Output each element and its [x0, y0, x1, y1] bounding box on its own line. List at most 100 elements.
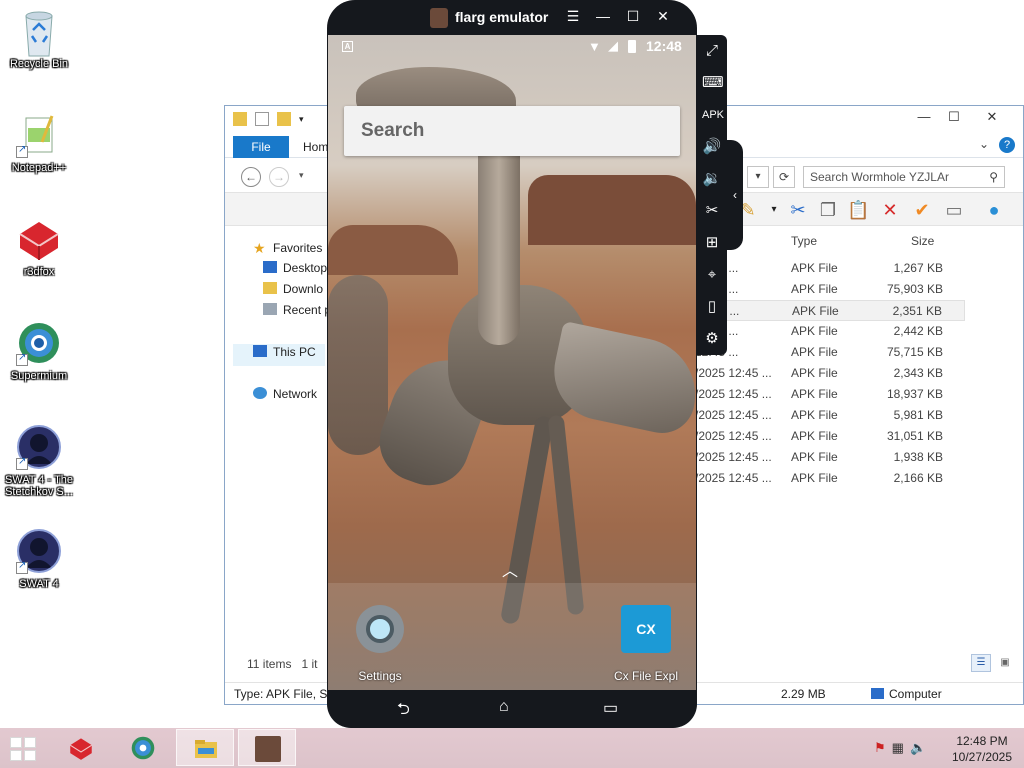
back-button[interactable]: ← — [241, 167, 261, 187]
taskbar-app-r3dfox[interactable] — [52, 729, 110, 766]
folder-icon[interactable] — [233, 112, 247, 126]
wallpaper-rock — [528, 175, 696, 245]
side-toolbar-collapse-tab[interactable]: ‹ — [727, 140, 743, 250]
taskbar-clock[interactable]: 12:48 PM 10/27/2025 — [944, 733, 1020, 765]
app-settings[interactable]: Settings — [352, 605, 408, 683]
paste-icon[interactable]: 📋 — [847, 199, 869, 221]
gear-icon[interactable]: ⚙ — [702, 329, 722, 349]
maximize-button[interactable]: ☐ — [939, 106, 969, 128]
refresh-button[interactable]: ⟳ — [773, 166, 795, 188]
computer-icon — [253, 345, 267, 357]
quick-access-toolbar: ▾ — [233, 112, 307, 126]
taskbar-app-emulator[interactable] — [238, 729, 296, 766]
add-icon[interactable]: ⊞ — [702, 233, 722, 253]
cut-icon[interactable]: ✂ — [787, 199, 809, 221]
table-row[interactable]: 12:45 ...APK File2,442 KB — [695, 321, 965, 342]
taskbar-app-supermium[interactable] — [114, 729, 172, 766]
tab-file[interactable]: File — [233, 136, 289, 158]
search-input[interactable]: Search Wormhole YZJLAr ⚲ — [803, 166, 1005, 188]
swat4-icon — [16, 528, 62, 574]
shortcut-arrow-icon — [16, 144, 28, 158]
install-apk-icon[interactable]: APK — [702, 105, 724, 125]
row-size: 5,981 KB — [893, 408, 943, 422]
recent-locations-icon[interactable]: ▾ — [299, 170, 304, 181]
shortcut-arrow-icon — [16, 352, 28, 366]
back-icon[interactable]: ⮌ — [397, 698, 410, 725]
minimize-button[interactable]: — — [593, 8, 613, 24]
details-view-icon[interactable]: ☰ — [971, 654, 991, 672]
properties-icon[interactable] — [255, 112, 269, 126]
table-row[interactable]: /2025 12:45 ... APK File 18,937 KB — [695, 384, 965, 405]
help-button[interactable]: ? — [999, 137, 1015, 153]
close-button[interactable]: ✕ — [969, 106, 1015, 128]
minimize-button[interactable]: — — [909, 106, 939, 128]
desktop-icon-notepad-plus[interactable]: Notepad++ — [4, 112, 74, 174]
desktop-icon-r3dfox[interactable]: r3dfox — [4, 216, 74, 278]
desktop-icon-swat4[interactable]: SWAT 4 — [4, 528, 74, 590]
location-icon[interactable]: ⌖ — [702, 265, 722, 285]
column-header-size[interactable]: Size — [911, 234, 934, 248]
nav-item-downloads[interactable]: Downlo — [263, 282, 323, 296]
nav-item-favorites[interactable]: ★ Favorites — [253, 240, 322, 256]
volume-icon[interactable]: 🔈 — [910, 740, 926, 756]
copy-icon[interactable]: ❐ — [817, 199, 839, 221]
start-button[interactable] — [10, 737, 36, 761]
app-cx-file-explorer[interactable]: CX Cx File Expl — [598, 605, 694, 683]
cell-signal-icon: ◢ — [608, 38, 618, 53]
nav-item-network[interactable]: Network — [253, 387, 317, 401]
cut-icon[interactable]: ✂ — [702, 201, 722, 221]
globe-icon[interactable]: ● — [983, 199, 1005, 221]
table-row[interactable]: 12:45 ...APK File75,715 KB — [695, 342, 965, 363]
recents-icon[interactable]: ▭ — [603, 698, 618, 718]
nav-item-desktop[interactable]: Desktop — [263, 261, 327, 275]
table-row[interactable]: /2025 12:45 ... APK File 2,343 KB — [695, 363, 965, 384]
ribbon-expand-icon[interactable]: ⌄ — [979, 137, 989, 153]
chevron-down-icon[interactable]: ▾ — [299, 112, 307, 126]
delete-icon[interactable]: ✕ — [879, 199, 901, 221]
file-explorer-icon — [193, 736, 219, 762]
desktop-icon-supermium[interactable]: Supermium — [4, 320, 74, 382]
table-row[interactable]: 12:45 ...APK File75,903 KB — [695, 279, 965, 300]
column-header-type[interactable]: Type — [791, 234, 817, 248]
search-widget[interactable]: Search — [344, 106, 680, 156]
table-row[interactable]: /2025 12:45 ... APK File 1,938 KB — [695, 447, 965, 468]
desktop-icon-recycle-bin[interactable]: Recycle Bin — [4, 8, 74, 70]
table-row[interactable]: 12:45 ...APK File1,267 KB — [695, 258, 965, 279]
shortcut-arrow-icon — [16, 456, 28, 470]
table-row[interactable]: /2025 12:45 ... APK File 5,981 KB — [695, 405, 965, 426]
fullscreen-icon[interactable]: ⤢ — [702, 41, 722, 61]
clock-time: 12:48 PM — [956, 734, 1008, 748]
row-date: /2025 12:45 ... — [695, 450, 772, 464]
android-screen[interactable]: A ▼ ◢ 12:48 Search ︿ Settings CX Cx File… — [328, 35, 696, 690]
menu-icon[interactable]: ☰ — [563, 8, 583, 25]
forward-button[interactable]: → — [269, 167, 289, 187]
volume-up-icon[interactable]: 🔊 — [702, 137, 722, 157]
row-type: APK File — [791, 471, 838, 485]
nav-item-recent[interactable]: Recent p — [263, 303, 331, 317]
nav-item-this-pc[interactable]: This PC — [253, 345, 316, 359]
table-row[interactable]: /2025 12:45 ... APK File 2,166 KB — [695, 468, 965, 489]
shake-icon[interactable]: ▯ — [702, 297, 722, 317]
maximize-button[interactable]: ☐ — [623, 8, 643, 25]
action-center-icon[interactable]: ⚑ — [874, 740, 886, 756]
table-row[interactable]: /2025 12:45 ... APK File 31,051 KB — [695, 426, 965, 447]
home-icon[interactable]: ⌂ — [499, 698, 509, 716]
close-button[interactable]: ✕ — [653, 8, 673, 25]
rename-check-icon[interactable]: ✔ — [911, 199, 933, 221]
network-icon[interactable]: ▦ — [892, 740, 904, 756]
new-folder-icon[interactable] — [277, 112, 291, 126]
desktop-icon-swat4-expansion[interactable]: SWAT 4 - The Stetchkov S... — [4, 424, 74, 498]
large-icons-view-icon[interactable]: ▣ — [995, 654, 1015, 672]
recycle-bin-icon — [16, 8, 62, 57]
keyboard-icon[interactable]: ⌨ — [702, 73, 724, 93]
chevron-down-icon[interactable]: ▾ — [763, 199, 785, 221]
app-drawer-chevron-up-icon[interactable]: ︿ — [502, 557, 518, 581]
taskbar-app-file-explorer[interactable] — [176, 729, 234, 766]
row-date: /2025 12:45 ... — [695, 429, 772, 443]
volume-down-icon[interactable]: 🔉 — [702, 169, 722, 189]
address-dropdown-button[interactable]: ▾ — [747, 166, 769, 188]
computer-icon — [871, 688, 884, 699]
properties-icon[interactable]: ▭ — [943, 199, 965, 221]
table-row[interactable]: 12:45 ...APK File2,351 KB — [695, 300, 965, 321]
row-type: APK File — [791, 261, 838, 275]
